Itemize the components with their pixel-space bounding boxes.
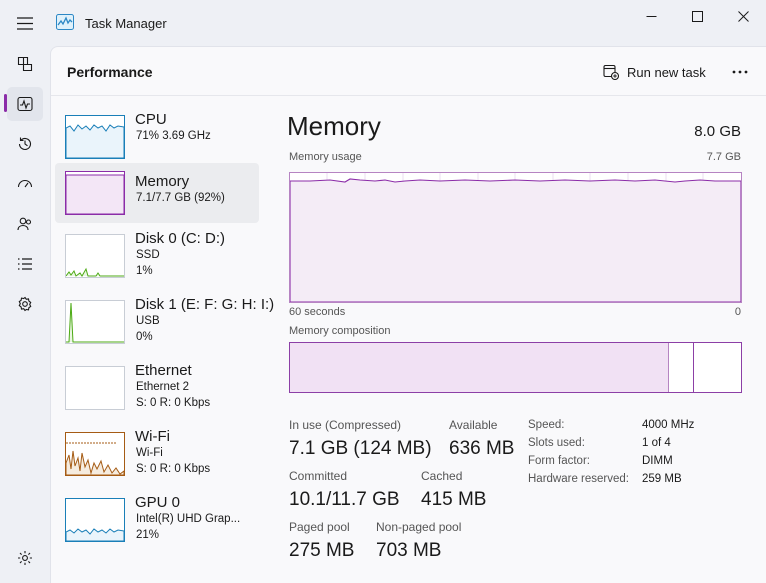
non-paged-pool-value: 703 MB [376, 540, 442, 561]
page-header: Performance Run new task [51, 47, 766, 96]
perf-item-memory[interactable]: Memory 7.1/7.7 GB (92%) [55, 163, 259, 223]
main-panel: Performance Run new task CPU 71% 3.69 GH… [50, 46, 766, 583]
startup-icon [17, 179, 33, 188]
memory-composition-label: Memory composition [289, 325, 391, 337]
memory-thumbnail-graph [65, 171, 125, 215]
perf-item-cpu[interactable]: CPU 71% 3.69 GHz [55, 111, 259, 171]
services-icon [18, 296, 32, 312]
slots-used-value: 1 of 4 [642, 437, 671, 449]
maximize-icon [691, 10, 703, 22]
wifi-thumbnail-graph [65, 432, 125, 476]
memory-total: 8.0 GB [694, 123, 741, 140]
perf-item-title: CPU [135, 111, 167, 128]
perf-item-disk-0[interactable]: Disk 0 (C: D:) SSD 1% [55, 230, 259, 290]
perf-item-subtitle: SSD [136, 249, 160, 261]
speed-value: 4000 MHz [642, 419, 695, 431]
non-paged-pool-label: Non-paged pool [376, 520, 462, 534]
history-icon [18, 137, 32, 150]
available-label: Available [449, 418, 498, 432]
nav-performance[interactable] [7, 87, 43, 121]
cached-label: Cached [421, 469, 463, 483]
gpu-thumbnail-graph [65, 498, 125, 542]
window-title: Task Manager [85, 16, 167, 31]
perf-item-disk-1[interactable]: Disk 1 (E: F: G: H: I:) USB 0% [55, 296, 274, 356]
run-task-icon [603, 64, 619, 80]
perf-item-gpu[interactable]: GPU 0 Intel(R) UHD Grap... 21% [55, 494, 259, 554]
time-range-label: 60 seconds [289, 306, 346, 318]
perf-item-subtitle: Wi-Fi [136, 447, 163, 459]
available-value: 636 MB [449, 438, 515, 459]
perf-item-title: GPU 0 [135, 494, 181, 511]
form-factor-label: Form factor: [528, 455, 590, 467]
committed-label: Committed [289, 469, 348, 483]
disk-0-thumbnail-graph [65, 234, 125, 278]
details-icon [18, 258, 32, 270]
nav-services[interactable] [7, 287, 43, 321]
perf-item-title: Memory [135, 173, 190, 190]
in-use-label: In use (Compressed) [289, 418, 402, 432]
composition-in-use-segment [290, 343, 669, 392]
perf-item-title: Ethernet [135, 362, 192, 379]
close-button[interactable] [720, 0, 766, 32]
more-icon [732, 70, 748, 74]
memory-usage-label: Memory usage [289, 151, 362, 163]
composition-modified-segment [669, 343, 694, 392]
close-icon [737, 10, 749, 22]
perf-item-value: S: 0 R: 0 Kbps [136, 463, 211, 475]
run-new-task-label: Run new task [627, 64, 706, 80]
perf-item-value: S: 0 R: 0 Kbps [136, 397, 211, 409]
hardware-reserved-label: Hardware reserved: [528, 473, 629, 485]
perf-item-title: Wi-Fi [135, 428, 170, 445]
perf-item-subtitle: Ethernet 2 [136, 381, 190, 393]
run-new-task-button[interactable]: Run new task [603, 61, 706, 83]
hardware-reserved-value: 259 MB [642, 473, 682, 485]
nav-startup-apps[interactable] [7, 167, 43, 201]
nav-details[interactable] [7, 247, 43, 281]
title-bar: Task Manager [0, 0, 766, 46]
nav-settings[interactable] [7, 541, 43, 575]
perf-item-subtitle: USB [136, 315, 160, 327]
memory-composition-bar [289, 342, 742, 393]
more-options-button[interactable] [725, 59, 755, 85]
page-title: Performance [67, 64, 153, 80]
perf-item-value: 21% [136, 529, 160, 541]
hamburger-menu-button[interactable] [10, 8, 40, 38]
disk-1-thumbnail-graph [65, 300, 125, 344]
perf-item-subtitle: 7.1/7.7 GB (92%) [136, 192, 225, 204]
perf-item-ethernet[interactable]: Ethernet Ethernet 2 S: 0 R: 0 Kbps [55, 362, 259, 422]
processes-icon [17, 56, 33, 72]
maximize-button[interactable] [674, 0, 720, 32]
ethernet-thumbnail-graph [65, 366, 125, 410]
paged-pool-value: 275 MB [289, 540, 355, 561]
paged-pool-label: Paged pool [289, 520, 350, 534]
gear-icon [18, 551, 32, 565]
minimize-icon [646, 15, 656, 17]
perf-item-title: Disk 0 (C: D:) [135, 230, 225, 247]
in-use-value: 7.1 GB (124 MB) [289, 438, 432, 459]
memory-usage-max: 7.7 GB [706, 151, 741, 163]
nav-app-history[interactable] [7, 127, 43, 161]
nav-users[interactable] [7, 207, 43, 241]
perf-item-wifi[interactable]: Wi-Fi Wi-Fi S: 0 R: 0 Kbps [55, 428, 259, 488]
users-icon [17, 217, 32, 231]
form-factor-value: DIMM [642, 455, 673, 467]
perf-item-subtitle: 71% 3.69 GHz [136, 130, 211, 142]
cpu-thumbnail-graph [65, 115, 125, 159]
detail-title: Memory [287, 111, 381, 141]
hamburger-icon [17, 16, 33, 30]
speed-label: Speed: [528, 419, 565, 431]
committed-value: 10.1/11.7 GB [289, 489, 400, 510]
perf-item-value: 0% [136, 331, 153, 343]
performance-icon [17, 96, 33, 112]
nav-processes[interactable] [7, 47, 43, 81]
slots-used-label: Slots used: [528, 437, 585, 449]
perf-item-subtitle: Intel(R) UHD Grap... [136, 513, 241, 525]
memory-usage-graph [289, 172, 742, 303]
perf-item-value: 1% [136, 265, 153, 277]
time-range-min: 0 [734, 306, 741, 318]
perf-item-title: Disk 1 (E: F: G: H: I:) [135, 296, 275, 313]
task-manager-app-icon [56, 14, 74, 30]
cached-value: 415 MB [421, 489, 487, 510]
minimize-button[interactable] [628, 0, 674, 32]
